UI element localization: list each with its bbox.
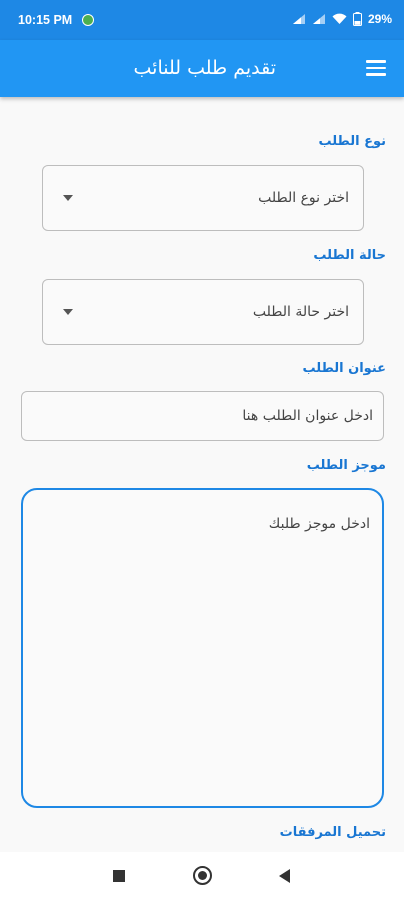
app-bar: تقديم طلب للنائب <box>0 40 404 97</box>
signal-icon <box>292 14 305 24</box>
battery-icon <box>352 12 362 26</box>
request-summary-textarea[interactable]: ادخل موجز طلبك <box>21 488 384 808</box>
home-icon[interactable] <box>193 866 212 885</box>
signal-icon <box>312 14 325 24</box>
dropdown-arrow-icon <box>63 195 73 201</box>
status-icons: 29% <box>292 12 392 26</box>
dropdown-arrow-icon <box>63 309 73 315</box>
system-nav-bar <box>0 852 404 900</box>
back-icon[interactable] <box>279 869 290 883</box>
request-type-value: اختر نوع الطلب <box>258 190 349 206</box>
request-status-dropdown[interactable]: اختر حالة الطلب <box>42 279 364 345</box>
whatsapp-notification-icon <box>82 14 94 26</box>
battery-percent: 29% <box>367 12 392 26</box>
request-summary-placeholder: ادخل موجز طلبك <box>268 516 370 532</box>
wifi-icon <box>332 13 347 24</box>
status-bar: 10:15 PM 29% <box>0 0 404 40</box>
attachments-label[interactable]: تحميل المرفقات <box>280 825 386 840</box>
request-type-label: نوع الطلب <box>318 134 386 149</box>
page-title: تقديم طلب للنائب <box>133 57 277 79</box>
request-title-placeholder: ادخل عنوان الطلب هنا <box>242 408 373 424</box>
request-summary-label: موجز الطلب <box>306 458 386 473</box>
request-status-label: حالة الطلب <box>313 248 386 263</box>
request-title-input[interactable]: ادخل عنوان الطلب هنا <box>21 391 384 441</box>
request-status-value: اختر حالة الطلب <box>252 304 349 320</box>
hamburger-menu-icon[interactable] <box>366 60 386 76</box>
request-type-dropdown[interactable]: اختر نوع الطلب <box>42 165 364 231</box>
recent-apps-icon[interactable] <box>113 870 125 882</box>
status-time: 10:15 PM <box>18 13 73 27</box>
request-title-label: عنوان الطلب <box>302 361 386 376</box>
